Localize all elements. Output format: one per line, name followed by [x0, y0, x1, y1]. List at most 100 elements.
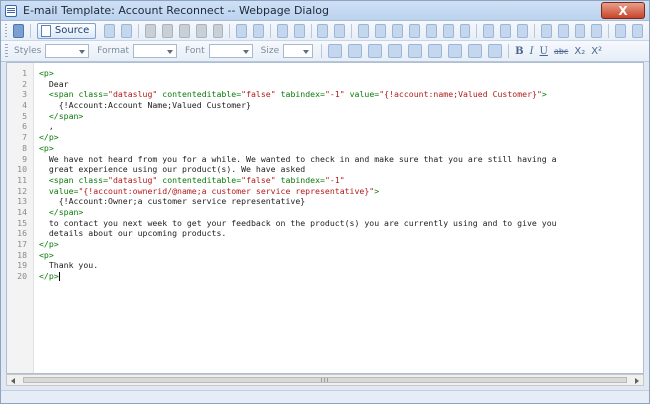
select-all-icon[interactable] [317, 23, 329, 38]
line-number: 4 [22, 100, 27, 111]
link-icon[interactable] [483, 23, 495, 38]
code-text: to contact you next week to get your fee… [39, 217, 557, 228]
table-icon[interactable] [391, 23, 403, 38]
italic-button[interactable]: I [530, 46, 534, 57]
code-line[interactable]: 13 {!Account:Owner;a customer service re… [7, 196, 643, 207]
smiley-icon[interactable] [425, 23, 437, 38]
subscript-button[interactable]: X₂ [574, 46, 585, 57]
toolbar-separator [508, 44, 510, 58]
anchor-icon[interactable] [517, 23, 528, 38]
line-number: 8 [22, 142, 27, 153]
page-break-icon[interactable] [459, 23, 471, 38]
underline-button[interactable]: U [540, 46, 548, 57]
font-dropdown[interactable] [208, 44, 253, 58]
bold-button[interactable]: B [515, 46, 523, 57]
code-line[interactable]: 4 {!Account:Account Name;Valued Customer… [7, 100, 643, 111]
line-number: 13 [17, 196, 27, 207]
toolbar-row-2: Styles Format Font Size B I U abc X₂ X² [1, 41, 649, 62]
paste-text-icon[interactable] [195, 23, 207, 38]
scroll-thumb[interactable] [23, 377, 627, 383]
strikethrough-button[interactable]: abc [554, 47, 568, 56]
code-line[interactable]: 9 We have not heard from you for a while… [7, 153, 643, 165]
scroll-left-icon[interactable] [11, 378, 15, 384]
paste-icon[interactable] [178, 23, 190, 38]
line-number: 15 [17, 217, 27, 228]
window-title: E-mail Template: Account Reconnect -- We… [23, 4, 329, 17]
preview-icon[interactable] [104, 23, 116, 38]
code-line[interactable]: 20 </p> [7, 271, 643, 282]
line-number: 19 [17, 260, 27, 271]
align-left-icon[interactable] [428, 44, 443, 58]
code-line[interactable]: 12 value="{!account:ownerid/@name;a cust… [7, 186, 643, 197]
code-line[interactable]: 7 </p> [7, 132, 643, 143]
horizontal-rule-icon[interactable] [408, 23, 420, 38]
size-dropdown[interactable] [283, 44, 314, 58]
bulleted-list-icon[interactable] [348, 44, 363, 58]
background-color-icon[interactable] [632, 23, 643, 38]
text-color-icon[interactable] [615, 23, 627, 38]
code-line[interactable]: 8 <p> [7, 142, 643, 154]
code-line[interactable]: 15 to contact you next week to get your … [7, 217, 643, 229]
code-text: </p> [39, 132, 59, 143]
paste-word-icon[interactable] [212, 23, 224, 38]
replace-icon[interactable] [293, 23, 305, 38]
undo-icon[interactable] [236, 23, 248, 38]
font-label: Font [185, 46, 205, 56]
redo-icon[interactable] [253, 23, 265, 38]
special-char-icon[interactable] [442, 23, 454, 38]
format-label: Format [97, 46, 130, 56]
code-line[interactable]: 5 </span> [7, 111, 643, 122]
indent-icon[interactable] [388, 44, 403, 58]
blockquote-icon[interactable] [408, 44, 423, 58]
maximize-icon[interactable] [574, 23, 586, 38]
flash-icon[interactable] [374, 23, 386, 38]
scroll-right-icon[interactable] [635, 378, 639, 384]
outdent-icon[interactable] [368, 44, 383, 58]
div-container-icon[interactable] [557, 23, 569, 38]
remove-format-icon[interactable] [334, 23, 346, 38]
unlink-icon[interactable] [500, 23, 512, 38]
align-right-icon[interactable] [468, 44, 483, 58]
code-line[interactable]: 14 </span> [7, 207, 643, 218]
find-icon[interactable] [276, 23, 288, 38]
code-line[interactable]: 6 , [7, 121, 643, 132]
horizontal-scrollbar[interactable] [6, 374, 644, 386]
cut-icon[interactable] [144, 23, 156, 38]
format-dropdown[interactable] [133, 44, 178, 58]
toolbar-separator [270, 23, 271, 38]
code-text: We have not heard from you for a while. … [39, 153, 557, 164]
source-button-label: Source [54, 25, 90, 36]
toolbar-separator [321, 44, 323, 58]
code-line[interactable]: 11 <span class="dataslug" contenteditabl… [7, 174, 643, 186]
close-button[interactable]: X [601, 2, 645, 19]
code-text: <span class="dataslug" contenteditable="… [48, 89, 547, 100]
code-line[interactable]: 17 </p> [7, 239, 643, 250]
copy-icon[interactable] [161, 23, 173, 38]
code-line[interactable]: 2 Dear [7, 79, 643, 90]
templates-icon[interactable] [121, 23, 133, 38]
code-text: <span class="dataslug" contenteditable="… [48, 174, 345, 185]
numbered-list-icon[interactable] [328, 44, 343, 58]
styles-dropdown[interactable] [45, 44, 90, 58]
show-blocks-icon[interactable] [591, 23, 603, 38]
superscript-button[interactable]: X² [591, 46, 602, 57]
source-editor[interactable]: 1 <p> 2 Dear 3 <span class="dataslug" conte… [6, 62, 644, 374]
code-text: great experience using our product(s). W… [39, 164, 306, 175]
align-center-icon[interactable] [448, 44, 463, 58]
line-number: 20 [17, 271, 27, 282]
status-bar [1, 390, 649, 403]
image-icon[interactable] [358, 23, 369, 38]
code-line[interactable]: 18 <p> [7, 250, 643, 261]
code-line[interactable]: 3 <span class="dataslug" contenteditable… [7, 89, 643, 100]
code-line[interactable]: 16 details about our upcoming products. [7, 228, 643, 239]
justify-icon[interactable] [488, 44, 503, 58]
code-line[interactable]: 19 Thank you. [7, 260, 643, 271]
toolbar-separator [351, 23, 352, 38]
save-icon[interactable] [13, 23, 25, 38]
code-line[interactable]: 1 <p> [7, 68, 643, 79]
toolbar-row-1: Source [1, 21, 649, 41]
source-button[interactable]: Source [36, 22, 97, 39]
toolbar-separator [476, 23, 478, 38]
iframe-icon[interactable] [540, 23, 552, 38]
code-line[interactable]: 10 great experience using our product(s)… [7, 164, 643, 175]
